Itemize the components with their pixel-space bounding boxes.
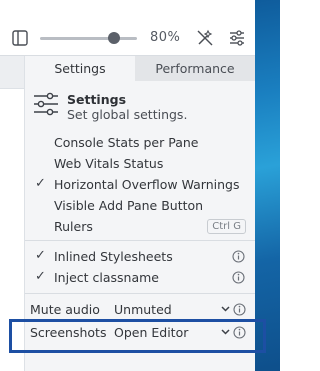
option-inlined-stylesheets[interactable]: ✓ Inlined Stylesheets <box>25 246 255 268</box>
zoom-slider-thumb[interactable] <box>107 32 120 44</box>
zoom-value: 80% <box>150 30 181 45</box>
option-add-pane-button[interactable]: Visible Add Pane Button <box>25 195 255 217</box>
settings-sliders-icon <box>34 92 58 116</box>
chevron-down-icon[interactable] <box>221 306 230 312</box>
option-label: Inject classname <box>54 270 159 285</box>
sidebar-toggle-icon[interactable] <box>12 30 28 46</box>
info-icon[interactable] <box>233 303 246 316</box>
option-console-stats[interactable]: Console Stats per Pane <box>25 132 255 154</box>
checkmark-icon: ✓ <box>35 176 46 191</box>
option-inject-classname[interactable]: ✓ Inject classname <box>25 267 255 289</box>
divider <box>25 293 255 294</box>
zoom-slider-track[interactable] <box>40 37 137 40</box>
option-label: Horizontal Overflow Warnings <box>54 177 240 192</box>
settings-subtitle: Set global settings. <box>67 107 188 122</box>
option-label: Web Vitals Status <box>54 156 164 171</box>
checkmark-icon: ✓ <box>35 248 46 263</box>
highlight-box <box>9 319 266 353</box>
checkmark-icon: ✓ <box>35 269 46 284</box>
info-icon[interactable] <box>232 271 245 284</box>
left-pane-header <box>0 56 24 89</box>
option-label: Visible Add Pane Button <box>54 198 204 213</box>
divider <box>25 240 255 241</box>
mute-audio-select[interactable]: Unmuted <box>114 302 172 317</box>
setting-mute-audio: Mute audio Unmuted <box>25 299 255 321</box>
info-icon[interactable] <box>232 250 245 263</box>
settings-title: Settings <box>67 92 127 107</box>
option-rulers[interactable]: Rulers Ctrl G <box>25 216 255 238</box>
rulers-shortcut: Ctrl G <box>207 219 246 234</box>
settings-sliders-icon[interactable] <box>228 29 246 47</box>
option-overflow-warnings[interactable]: ✓ Horizontal Overflow Warnings <box>25 174 255 196</box>
option-label: Inlined Stylesheets <box>54 249 173 264</box>
option-label: Rulers <box>54 219 93 234</box>
setting-name: Mute audio <box>30 302 100 317</box>
magic-wand-off-icon[interactable] <box>196 29 214 47</box>
toolbar: 80% <box>0 0 255 56</box>
panel-tabs: Settings Performance <box>25 56 255 81</box>
option-web-vitals[interactable]: Web Vitals Status <box>25 153 255 175</box>
option-label: Console Stats per Pane <box>54 135 199 150</box>
tab-settings[interactable]: Settings <box>25 56 135 81</box>
desktop-background <box>255 0 280 371</box>
tab-performance[interactable]: Performance <box>135 56 255 81</box>
